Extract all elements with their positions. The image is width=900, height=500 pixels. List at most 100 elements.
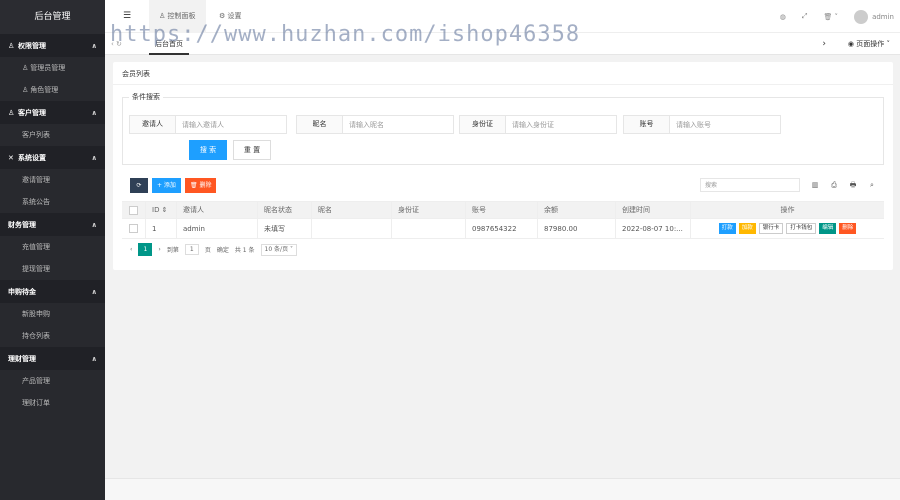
print-icon[interactable]: 🖶 bbox=[845, 178, 861, 192]
col-id[interactable]: ID ⇕ bbox=[145, 202, 176, 218]
page-unit: 页 bbox=[204, 247, 211, 254]
table-toolbar: ⟳ + 添加 🗑 删除 bbox=[130, 178, 217, 193]
sidebar-item-ipo[interactable]: 新股申购 bbox=[0, 303, 105, 325]
inviter-input[interactable] bbox=[176, 116, 286, 133]
tab-settings[interactable]: ⚙ 设置 bbox=[219, 0, 242, 33]
cell-actions: 打款 加款 银行卡 打卡钱包 编辑 删除 bbox=[690, 219, 884, 238]
col-account: 账号 bbox=[465, 202, 537, 218]
edit-button[interactable]: 编辑 bbox=[819, 223, 837, 234]
reset-button[interactable]: 重 置 bbox=[233, 140, 271, 160]
tab-dashboard[interactable]: ♙ 控制面板 bbox=[149, 0, 206, 33]
select-all-checkbox[interactable] bbox=[122, 202, 145, 218]
member-list-card: 会员列表 条件搜索 邀请人 昵名 身份证 账号 搜 索 重 置 ⟳ + 添加 🗑… bbox=[113, 62, 893, 270]
field-label: 账号 bbox=[624, 116, 670, 133]
delete-row-button[interactable]: 删除 bbox=[839, 223, 857, 234]
table-row: 1 admin 未填写 0987654322 87980.00 2022-08-… bbox=[122, 219, 884, 239]
wallet-button[interactable]: 打卡钱包 bbox=[786, 223, 817, 234]
sidebar-item-wealth-orders[interactable]: 理财订单 bbox=[0, 392, 105, 414]
page-current[interactable]: 1 bbox=[138, 243, 153, 256]
fullscreen-icon[interactable]: ⤢ bbox=[802, 12, 808, 21]
person-icon: ♙ bbox=[8, 108, 15, 117]
top-right-tools: ◍ ⤢ 🗑 ˅ admin bbox=[780, 0, 894, 33]
circle-dot-icon: ◉ bbox=[847, 40, 855, 48]
bank-card-button[interactable]: 银行卡 bbox=[758, 223, 784, 234]
globe-icon[interactable]: ◍ bbox=[780, 13, 786, 21]
account-input[interactable] bbox=[670, 116, 780, 133]
menu-toggle-icon[interactable]: ☰ bbox=[123, 0, 131, 33]
search-legend: 条件搜索 bbox=[132, 93, 160, 101]
col-created: 创建时间 bbox=[615, 202, 690, 218]
export-icon[interactable]: ⎙ bbox=[826, 178, 842, 192]
refresh-button[interactable]: ⟳ bbox=[130, 178, 148, 193]
search-button[interactable]: 搜 索 bbox=[189, 140, 227, 160]
sidebar-group-label: 理财管理 bbox=[8, 354, 36, 363]
col-name: 昵名 bbox=[311, 202, 391, 218]
row-checkbox[interactable] bbox=[122, 219, 145, 238]
divider bbox=[113, 84, 893, 85]
add-funds-button[interactable]: 加款 bbox=[738, 223, 756, 234]
sidebar-item-admin-manage[interactable]: ♙ 管理员管理 bbox=[0, 57, 105, 79]
table-search-input[interactable] bbox=[700, 178, 800, 192]
col-inviter: 邀请人 bbox=[176, 202, 257, 218]
sidebar-item-withdraw[interactable]: 提现管理 bbox=[0, 258, 105, 280]
chevron-right-icon[interactable]: › bbox=[822, 33, 826, 55]
trash-icon[interactable]: 🗑 ˅ bbox=[823, 13, 838, 21]
next-page[interactable]: › bbox=[158, 246, 160, 253]
page-ops-dropdown[interactable]: ◉ 页面操作 ˅ bbox=[848, 33, 890, 55]
search-icon[interactable]: ⌕ bbox=[864, 178, 880, 192]
sidebar-group-finance[interactable]: 财务管理 ∧ bbox=[0, 213, 105, 236]
sidebar-group-wealth[interactable]: 理财管理 ∧ bbox=[0, 347, 105, 370]
tabs-nav-left[interactable]: ‹ ↻ bbox=[111, 33, 122, 55]
chevron-up-icon: ∧ bbox=[91, 287, 97, 296]
sidebar-group-customers[interactable]: ♙ 客户管理 ∧ bbox=[0, 101, 105, 124]
sidebar-group-settings[interactable]: ✕ 系统设置 ∧ bbox=[0, 146, 105, 169]
sidebar-group-label: 申购待金 bbox=[8, 287, 36, 296]
username: admin bbox=[872, 12, 894, 21]
per-page-select[interactable]: 10 条/页 ˅ bbox=[260, 243, 297, 256]
chevron-up-icon: ∧ bbox=[91, 354, 97, 363]
avatar bbox=[854, 9, 869, 24]
cell-created: 2022-08-07 10:... bbox=[615, 219, 690, 238]
cell-inviter: admin bbox=[176, 219, 257, 238]
person-icon: ♙ bbox=[22, 64, 29, 72]
sidebar-item-products[interactable]: 产品管理 bbox=[0, 370, 105, 392]
prev-page[interactable]: ‹ bbox=[130, 246, 132, 253]
sidebar-item-holdings[interactable]: 持仓列表 bbox=[0, 325, 105, 347]
sidebar-item-recharge[interactable]: 充值管理 bbox=[0, 236, 105, 258]
sidebar-group-permissions[interactable]: ♙ 权限管理 ∧ bbox=[0, 34, 105, 57]
sidebar-group-subscription[interactable]: 申购待金 ∧ bbox=[0, 280, 105, 303]
add-button[interactable]: + 添加 bbox=[152, 178, 181, 193]
person-icon: ♙ bbox=[8, 41, 15, 50]
field-label: 昵名 bbox=[297, 116, 343, 133]
sidebar-item-customer-list[interactable]: 客户列表 bbox=[0, 124, 105, 146]
chevron-up-icon: ∧ bbox=[91, 153, 97, 162]
chevron-up-icon: ∧ bbox=[91, 220, 97, 229]
chevron-up-icon: ∧ bbox=[91, 41, 97, 50]
user-menu[interactable]: admin bbox=[854, 9, 894, 24]
goto-page-input[interactable]: 1 bbox=[184, 244, 199, 255]
page-tab-home[interactable]: 后台首页 bbox=[149, 33, 189, 55]
sidebar-item-invite-manage[interactable]: 邀请管理 bbox=[0, 169, 105, 191]
cell-account: 0987654322 bbox=[465, 219, 537, 238]
inviter-field: 邀请人 bbox=[129, 115, 287, 134]
delete-button[interactable]: 🗑 删除 bbox=[184, 178, 217, 193]
col-balance: 余额 bbox=[537, 202, 615, 218]
idcard-input[interactable] bbox=[506, 116, 616, 133]
field-label: 邀请人 bbox=[130, 116, 176, 133]
person-icon: ♙ bbox=[159, 12, 166, 20]
total-count: 共 1 条 bbox=[234, 247, 255, 254]
card-title: 会员列表 bbox=[122, 70, 150, 78]
cell-status: 未填写 bbox=[257, 219, 311, 238]
search-panel: 条件搜索 邀请人 昵名 身份证 账号 搜 索 重 置 bbox=[122, 92, 884, 165]
field-label: 身份证 bbox=[460, 116, 506, 133]
pay-button[interactable]: 打款 bbox=[718, 223, 736, 234]
goto-confirm-button[interactable]: 确定 bbox=[217, 245, 229, 254]
col-actions: 操作 bbox=[690, 202, 884, 218]
account-field: 账号 bbox=[623, 115, 781, 134]
sidebar-item-role-manage[interactable]: ♙ 角色管理 bbox=[0, 79, 105, 101]
footer bbox=[105, 478, 900, 500]
columns-icon[interactable]: ▥ bbox=[807, 178, 823, 192]
name-input[interactable] bbox=[343, 116, 453, 133]
gear-icon: ⚙ bbox=[219, 12, 226, 20]
sidebar-item-announcements[interactable]: 系统公告 bbox=[0, 191, 105, 213]
